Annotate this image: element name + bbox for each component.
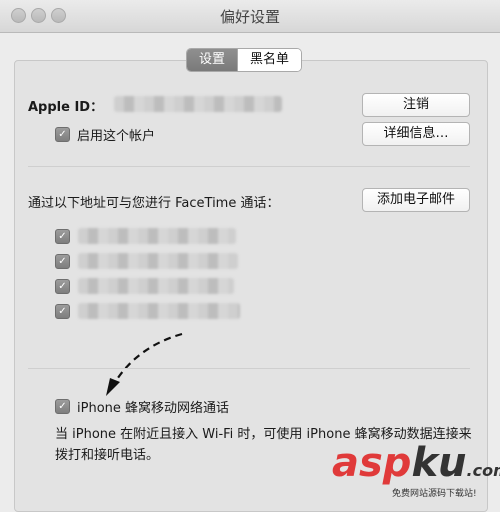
address-redacted xyxy=(78,303,240,319)
tab-blocklist[interactable]: 黑名单 xyxy=(237,49,302,71)
address-redacted xyxy=(78,278,234,294)
enable-account-checkbox[interactable]: ✓ xyxy=(55,127,70,142)
apple-id-value-redacted xyxy=(114,96,282,112)
cellular-calls-checkbox[interactable]: ✓ xyxy=(55,399,70,414)
section-divider xyxy=(28,166,470,167)
cellular-calls-label: iPhone 蜂窝移动网络通话 xyxy=(77,401,230,416)
tab-settings[interactable]: 设置 xyxy=(187,49,238,71)
segmented-tabs: 设置 黑名单 xyxy=(186,48,303,72)
add-email-button[interactable]: 添加电子邮件 xyxy=(362,188,470,212)
enable-account-label: 启用这个帐户 xyxy=(77,129,156,144)
address-redacted xyxy=(78,253,238,269)
facetime-heading: 通过以下地址可与您进行 FaceTime 通话： xyxy=(28,196,280,211)
address-checkbox[interactable]: ✓ xyxy=(55,254,70,269)
window-title: 偏好设置 xyxy=(219,8,280,26)
watermark-logo: aspku.com xyxy=(332,440,500,486)
address-checkbox[interactable]: ✓ xyxy=(55,279,70,294)
address-redacted xyxy=(78,228,236,244)
section-divider xyxy=(28,368,470,369)
apple-id-label: Apple ID： xyxy=(28,100,104,115)
watermark-subtitle: 免费网站源码下载站! xyxy=(392,489,477,499)
logout-button[interactable]: 注销 xyxy=(362,93,470,117)
address-checkbox[interactable]: ✓ xyxy=(55,304,70,319)
address-checkbox[interactable]: ✓ xyxy=(55,229,70,244)
annotation-arrow xyxy=(106,332,183,396)
window-titlebar: 偏好设置 xyxy=(0,0,500,33)
details-button[interactable]: 详细信息… xyxy=(362,122,470,146)
